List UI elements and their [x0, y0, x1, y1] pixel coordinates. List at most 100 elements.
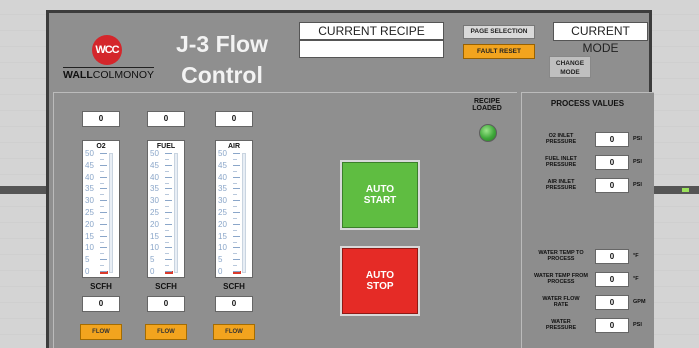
gauge-tick-label: 10	[150, 243, 159, 253]
gauge-tick-label: 35	[150, 184, 159, 194]
gauge-tube	[242, 153, 246, 273]
current-mode-label: CURRENT MODE	[553, 22, 648, 55]
gauge-actual-value: 0	[147, 296, 185, 312]
gauge-tick	[165, 247, 172, 249]
gauge-tick-label: 50	[85, 149, 94, 158]
gauge-tick	[100, 153, 107, 154]
gauge-tick-label: 50	[150, 149, 159, 158]
gauge-minor-tick	[165, 194, 169, 196]
gauge-tick	[100, 188, 107, 190]
gauge-tick	[100, 176, 107, 178]
gauge-tick	[100, 223, 107, 225]
process-value-label: WATER TEMP TO PROCESS	[538, 250, 584, 262]
process-values-section	[521, 92, 654, 348]
gauge-tick	[233, 164, 240, 166]
process-value-unit: PSI	[633, 182, 642, 188]
process-value-label: O2 INLET PRESSURE	[545, 133, 577, 145]
gauge-minor-tick	[233, 241, 237, 243]
gauge-minor-tick	[233, 217, 237, 219]
gauge-minor-tick	[100, 265, 104, 267]
gauge-tick	[165, 200, 172, 202]
gauge-minor-tick	[233, 206, 237, 208]
company-logo: WCC WALLCOLMONOY	[59, 33, 159, 89]
gauge-tick	[100, 200, 107, 202]
process-value-label: WATER FLOW RATE	[542, 296, 580, 308]
gauge-tick	[165, 153, 172, 154]
gauge-tick-label: 20	[218, 219, 227, 229]
gauge-tick	[100, 235, 107, 237]
gauge-minor-tick	[165, 265, 169, 267]
gauge-tick	[100, 271, 107, 272]
flow-button[interactable]: FLOW	[145, 324, 187, 340]
flow-section	[53, 92, 517, 348]
gauge-tick	[233, 176, 240, 178]
gauge-tick	[100, 164, 107, 166]
process-value-label: FUEL INLET PRESSURE	[545, 156, 577, 168]
gauge-minor-tick	[165, 217, 169, 219]
gauge-minor-tick	[233, 229, 237, 231]
gauge-unit: SCFH	[223, 282, 245, 291]
process-value-field: 0	[595, 155, 629, 170]
gauge-setpoint-field[interactable]: 0	[215, 111, 253, 127]
gauge-minor-tick	[165, 253, 169, 255]
gauge-tick-label: 25	[150, 208, 159, 217]
gauge-tick-label: 15	[218, 231, 227, 241]
process-value-label: WATER TEMP FROM PROCESS	[534, 273, 588, 285]
current-recipe-label: CURRENT RECIPE	[299, 22, 444, 40]
gauge-minor-tick	[233, 253, 237, 255]
gauge-tick	[100, 212, 107, 213]
page-selection-button[interactable]: PAGE SELECTION	[463, 25, 535, 39]
gauge-unit: SCFH	[90, 282, 112, 291]
fault-reset-button[interactable]: FAULT RESET	[463, 44, 535, 59]
change-mode-button[interactable]: CHANGE MODE	[549, 56, 591, 78]
gauge-tick-label: 20	[150, 219, 159, 229]
process-value-field: 0	[595, 318, 629, 333]
gauge-tick-label: 15	[150, 231, 159, 241]
gauge-minor-tick	[100, 217, 104, 219]
auto-start-button[interactable]: AUTO START	[340, 160, 420, 230]
gauge-tick-label: 30	[218, 196, 227, 206]
gauge-tick	[165, 188, 172, 190]
gauge-tick-label: 5	[150, 255, 155, 265]
gauge-tick-label: 40	[85, 172, 94, 182]
gauge-tick	[165, 212, 172, 213]
gauge-minor-tick	[233, 158, 237, 160]
gauge-minor-tick	[165, 158, 169, 160]
gauge-minor-tick	[165, 206, 169, 208]
gauge-tick	[233, 153, 240, 154]
recipe-loaded-label: RECIPE LOADED	[472, 98, 502, 112]
gauge-tick	[233, 200, 240, 202]
gauge-minor-tick	[100, 182, 104, 184]
gauge-tick-label: 0	[85, 267, 90, 276]
gauge-minor-tick	[165, 170, 169, 172]
flow-button[interactable]: FLOW	[213, 324, 255, 340]
gauge-tick	[165, 164, 172, 166]
gauge-minor-tick	[100, 241, 104, 243]
flow-button[interactable]: FLOW	[80, 324, 122, 340]
gauge-tick-label: 35	[85, 184, 94, 194]
process-value-unit: PSI	[633, 136, 642, 142]
gauge-tick	[165, 176, 172, 178]
logo-emblem-icon: WCC	[92, 35, 122, 65]
current-recipe-value	[299, 40, 444, 58]
gauge-tick	[100, 259, 107, 261]
gauge-tick-label: 40	[150, 172, 159, 182]
gauge-tick-label: 35	[218, 184, 227, 194]
gauge-tick	[233, 235, 240, 237]
gauge-tick	[233, 271, 240, 272]
gauge-minor-tick	[100, 206, 104, 208]
gauge-minor-tick	[233, 182, 237, 184]
gauge-tick-label: 50	[218, 149, 227, 158]
gauge-tick-label: 5	[85, 255, 90, 265]
gauge-minor-tick	[233, 194, 237, 196]
rail-indicator-icon	[682, 188, 689, 192]
gauge-setpoint-field[interactable]: 0	[82, 111, 120, 127]
gauge-setpoint-field[interactable]: 0	[147, 111, 185, 127]
auto-stop-button[interactable]: AUTO STOP	[340, 246, 420, 316]
gauge-minor-tick	[100, 253, 104, 255]
gauge-unit: SCFH	[155, 282, 177, 291]
flow-gauge: FUEL 50 45 40 35 30 25 20 15 10 5 0	[147, 140, 185, 278]
gauge-tick-label: 10	[218, 243, 227, 253]
gauge-actual-value: 0	[215, 296, 253, 312]
gauge-minor-tick	[233, 170, 237, 172]
